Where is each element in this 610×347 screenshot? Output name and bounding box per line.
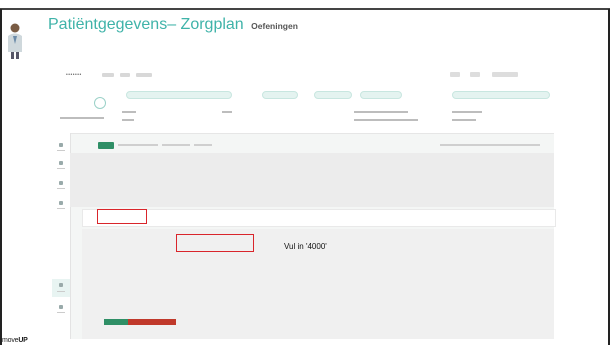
nav-item[interactable]: [102, 73, 114, 77]
app-header: •••••••: [52, 63, 554, 90]
sidebar-icon[interactable]: [59, 161, 63, 165]
brand-light: move: [2, 337, 19, 344]
sidebar-icon[interactable]: [59, 201, 63, 205]
slide: Patiëntgegevens– Zorgplan Oefeningen •••…: [0, 0, 610, 347]
patient-field: [122, 119, 134, 121]
exercise-overview: [70, 153, 554, 207]
header-control[interactable]: [492, 72, 518, 77]
brand-bold: UP: [18, 337, 28, 344]
slide-title: Patiëntgegevens– Zorgplan Oefeningen: [48, 16, 298, 34]
exercise-row[interactable]: [82, 209, 556, 227]
highlight-exercise-row: [97, 209, 147, 224]
status-pill[interactable]: [452, 91, 550, 99]
app-logo: •••••••: [66, 72, 82, 78]
patient-field: [452, 111, 482, 113]
tab[interactable]: [162, 144, 190, 146]
sidebar-label: [57, 291, 65, 292]
sidebar-label: [57, 168, 65, 169]
sidebar-icon[interactable]: [59, 143, 63, 147]
brand-logo: moveUP: [2, 337, 28, 344]
sidebar-label: [57, 150, 65, 151]
sidebar-icon[interactable]: [59, 181, 63, 185]
care-plan-tabs: [70, 139, 554, 151]
nav-item[interactable]: [120, 73, 130, 77]
patient-field: [452, 119, 476, 121]
status-pill[interactable]: [262, 91, 298, 99]
status-pill[interactable]: [126, 91, 232, 99]
status-pill[interactable]: [314, 91, 352, 99]
patient-field: [354, 119, 418, 121]
patient-field: [122, 111, 136, 113]
sidebar-icon[interactable]: [59, 283, 63, 287]
doctor-avatar-icon: [8, 23, 22, 59]
sidebar-label: [57, 188, 65, 189]
instruction-text: Vul in '4000': [284, 242, 327, 251]
tab[interactable]: [118, 144, 158, 146]
top-divider: [0, 8, 610, 10]
slide-title-text: Patiëntgegevens– Zorgplan: [48, 16, 244, 33]
header-control[interactable]: [470, 72, 480, 77]
sidebar-label: [57, 312, 65, 313]
slide-subtitle: Oefeningen: [251, 21, 298, 31]
sidebar-icon[interactable]: [59, 305, 63, 309]
nav-item[interactable]: [136, 73, 152, 77]
sidebar: [52, 133, 71, 339]
sidebar-label: [57, 208, 65, 209]
patient-field: [354, 111, 408, 113]
tab-actions[interactable]: [440, 144, 540, 146]
patient-field: [222, 111, 232, 113]
patient-name: [60, 117, 104, 119]
tab-active[interactable]: [98, 142, 114, 149]
patient-header: [52, 89, 554, 134]
status-pill[interactable]: [360, 91, 402, 99]
left-border: [0, 9, 2, 345]
header-control[interactable]: [450, 72, 460, 77]
app-screenshot: •••••••: [52, 63, 556, 339]
delete-button[interactable]: [128, 319, 176, 325]
patient-avatar: [94, 97, 106, 109]
highlight-input-field: [176, 234, 254, 252]
sidebar-item-active[interactable]: [52, 279, 70, 297]
tab[interactable]: [194, 144, 212, 146]
